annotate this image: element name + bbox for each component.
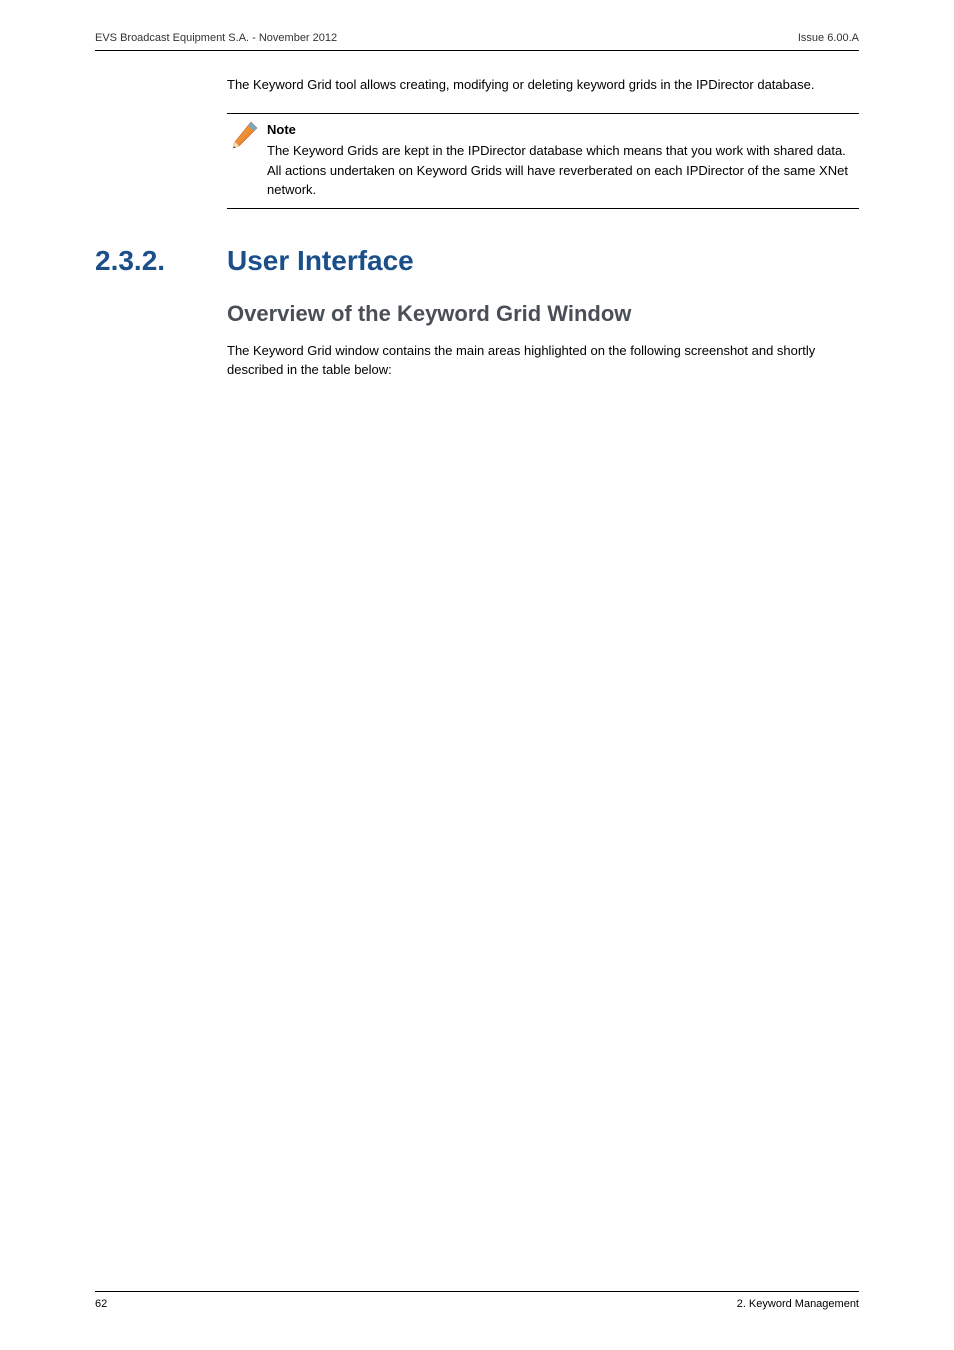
page-footer: 62 2. Keyword Management: [95, 1291, 859, 1310]
note-block: Note The Keyword Grids are kept in the I…: [227, 113, 859, 209]
page: EVS Broadcast Equipment S.A. - November …: [0, 0, 954, 1350]
footer-row: 62 2. Keyword Management: [95, 1298, 859, 1310]
section-content: Overview of the Keyword Grid Window The …: [95, 301, 859, 380]
pencil-icon: [227, 120, 267, 159]
note-body-text: The Keyword Grids are kept in the IPDire…: [267, 143, 848, 197]
subheading: Overview of the Keyword Grid Window: [227, 301, 859, 327]
content-area: The Keyword Grid tool allows creating, m…: [95, 75, 859, 209]
note-rule-bottom: [227, 208, 859, 209]
sub-paragraph: The Keyword Grid window contains the mai…: [227, 341, 859, 380]
section-heading-row: 2.3.2. User Interface: [95, 245, 859, 277]
footer-chapter: 2. Keyword Management: [737, 1298, 859, 1310]
header-rule: [95, 50, 859, 51]
intro-paragraph: The Keyword Grid tool allows creating, m…: [227, 75, 859, 95]
header-right: Issue 6.00.A: [798, 32, 859, 44]
section-number: 2.3.2.: [95, 245, 227, 277]
note-text: Note The Keyword Grids are kept in the I…: [267, 120, 859, 200]
footer-rule: [95, 1291, 859, 1292]
section-title: User Interface: [227, 245, 414, 277]
header-left: EVS Broadcast Equipment S.A. - November …: [95, 32, 337, 44]
page-header: EVS Broadcast Equipment S.A. - November …: [95, 32, 859, 50]
footer-page-number: 62: [95, 1298, 107, 1310]
note-body: Note The Keyword Grids are kept in the I…: [227, 114, 859, 208]
note-title: Note: [267, 120, 859, 140]
